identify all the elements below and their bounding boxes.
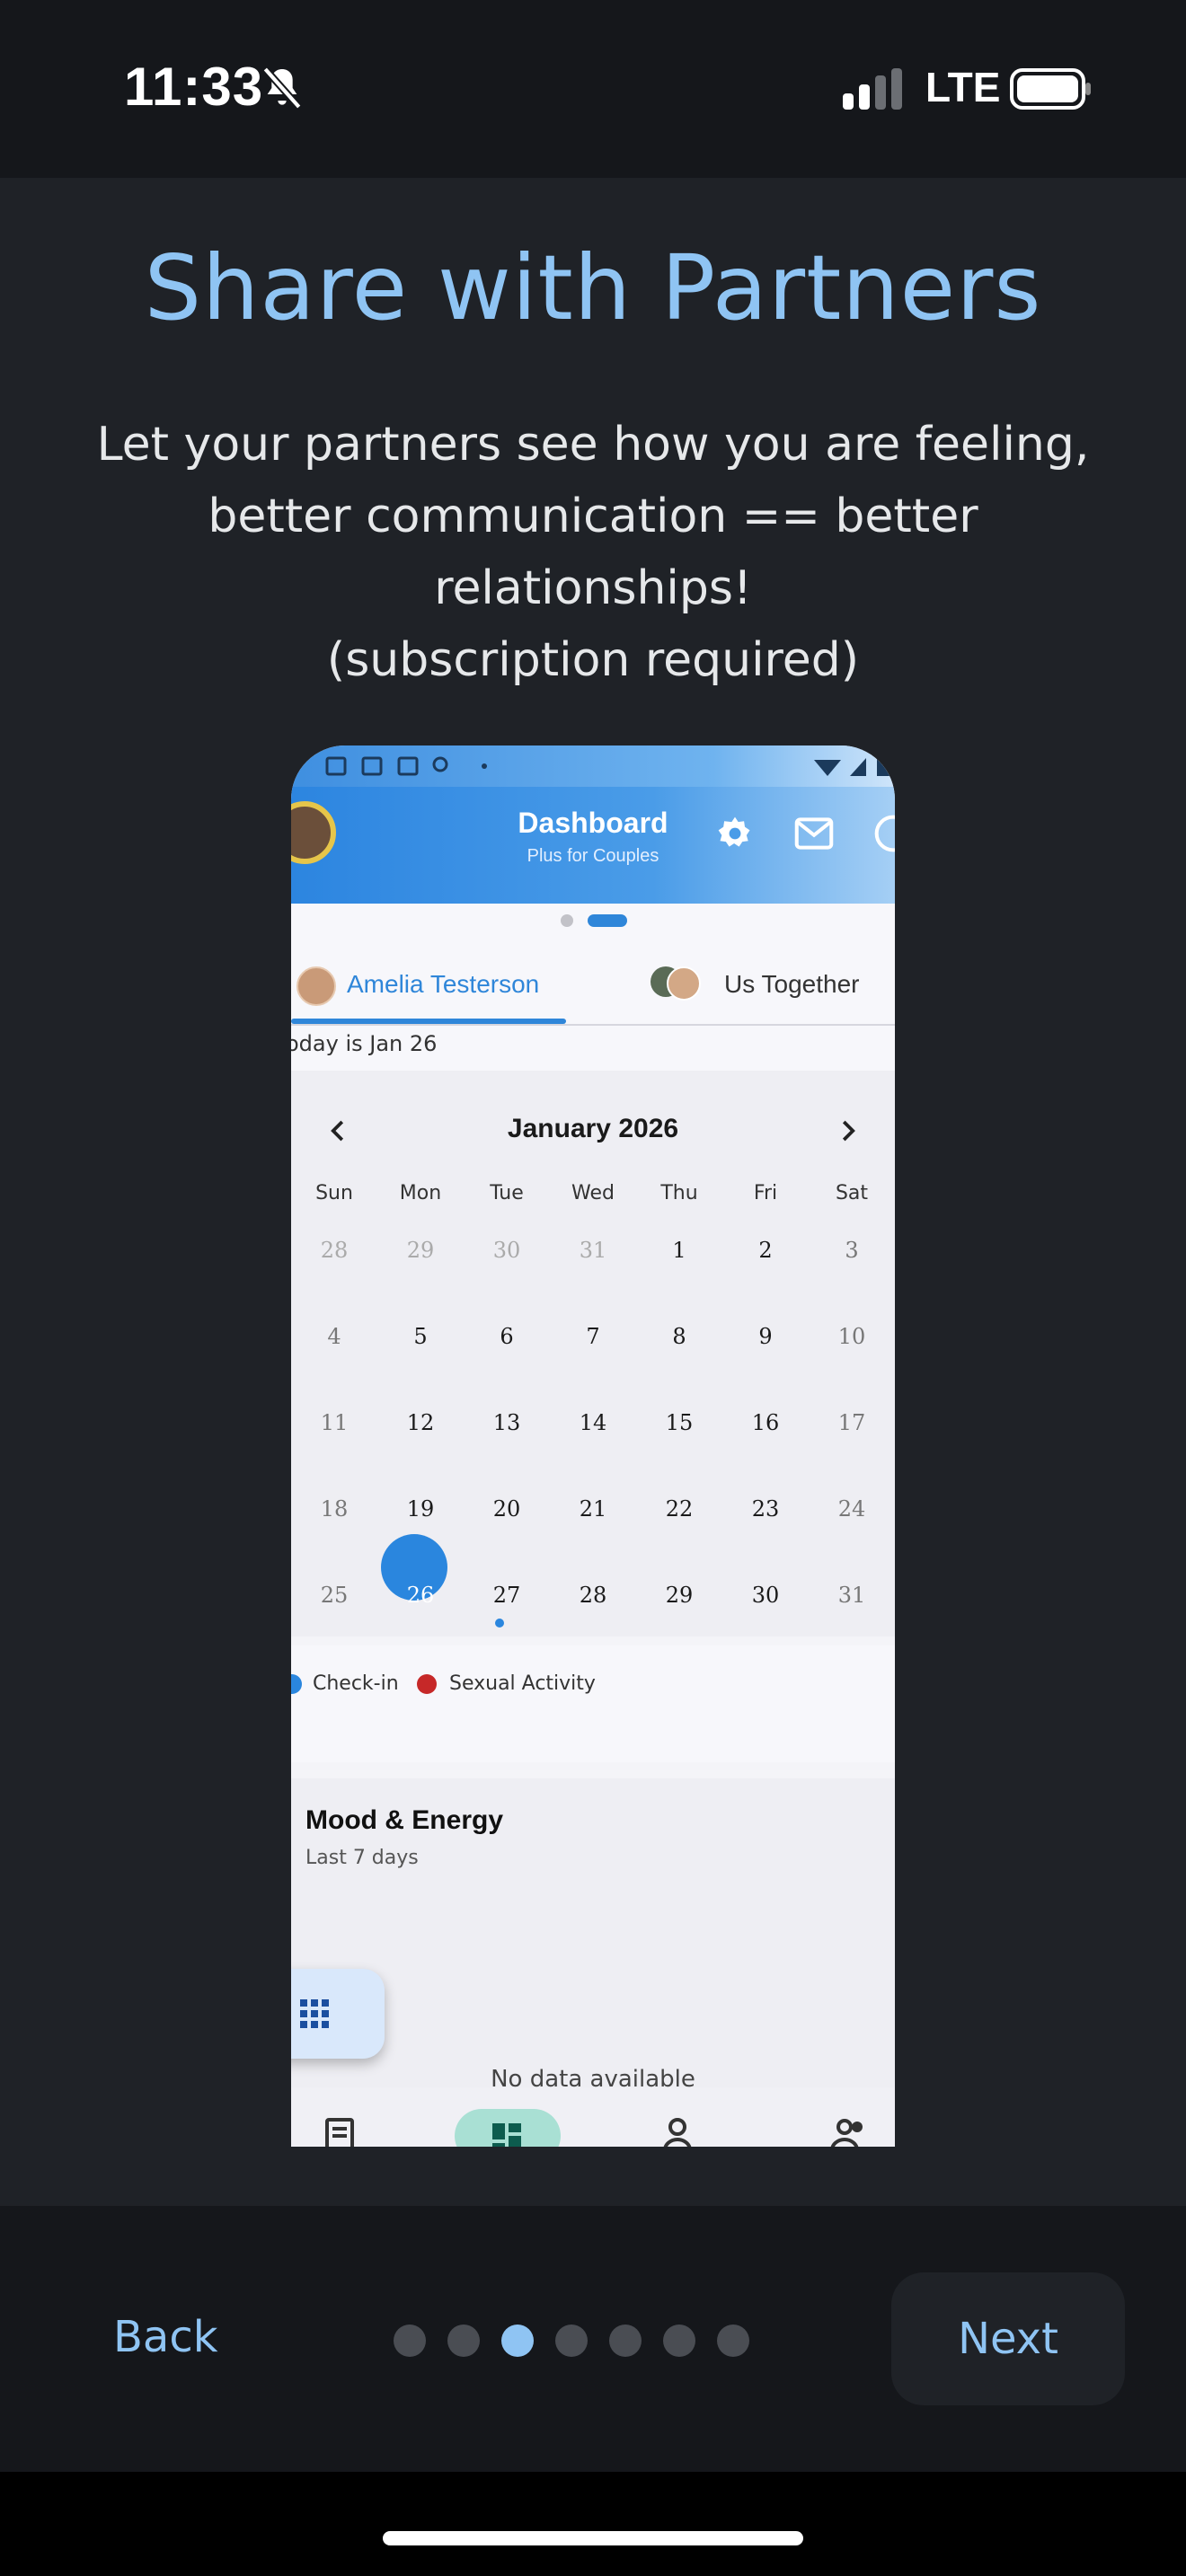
weekday-label: Wed [571,1182,615,1204]
page-dot [609,2325,642,2357]
calendar-day: 9 [758,1324,773,1349]
avatar [296,966,336,1006]
calendar-legend: Check-in Sexual Activity [291,1645,895,1762]
calendar-day: 20 [492,1496,521,1522]
cellular-signal-icon [843,68,902,110]
event-dot [495,1619,504,1628]
legend-label: Sexual Activity [449,1672,596,1695]
journal-icon [325,2118,354,2147]
back-button[interactable]: Back [113,2312,218,2362]
weekday-label: Tue [490,1182,524,1204]
calendar-day: 31 [837,1583,866,1608]
calendar-day: 5 [413,1324,428,1349]
calendar-day: 10 [837,1324,866,1349]
calendar-day: 4 [327,1324,341,1349]
calendar-day: 22 [665,1496,694,1522]
weekday-label: Thu [660,1182,698,1204]
calendar-day: 19 [406,1496,435,1522]
fab-button [291,1969,385,2059]
page-dot [663,2325,695,2357]
weekday-label: Sat [835,1182,869,1204]
calendar-day: 25 [320,1583,349,1608]
legend-dot-check-in [291,1674,302,1694]
status-bar: 11:33 LTE [0,0,1186,178]
preview-bottom-nav [291,2087,895,2147]
calendar-day: 28 [320,1238,349,1263]
calendar-day: 30 [751,1583,780,1608]
home-indicator [383,2531,803,2545]
mood-title: Mood & Energy [305,1805,504,1835]
chevron-right-icon [842,1120,855,1142]
partners-icon [830,2119,863,2147]
gear-icon [718,816,750,847]
calendar-day: 14 [579,1410,607,1435]
today-text: oday is Jan 26 [291,1031,438,1056]
network-type: LTE [925,64,1001,110]
mood-subtitle: Last 7 days [305,1847,419,1869]
help-icon [874,815,895,852]
page-dot [555,2325,588,2357]
onboarding-title: Share with Partners [144,235,1042,340]
home-indicator-area [0,2472,1186,2576]
preview-status-bar [291,745,895,787]
calendar-day: 3 [845,1238,859,1263]
calendar-day: 11 [320,1410,349,1435]
page-dot [394,2325,426,2357]
next-button[interactable]: Next [891,2272,1125,2405]
calendar-day: 27 [492,1583,521,1608]
battery-icon [1010,68,1091,110]
page-dot-active [501,2325,534,2357]
tab-active-indicator [291,1019,566,1024]
calendar: January 2026 Sun Mon Tue Wed Thu Fri Sat 28 29 30… [291,1071,895,1636]
calendar-day: 6 [500,1324,514,1349]
calendar-day: 12 [406,1410,435,1435]
calendar-day: 8 [672,1324,686,1349]
page-dot [447,2325,480,2357]
calendar-day: 18 [320,1496,349,1522]
tab-label: Amelia Testerson [347,970,540,998]
mail-icon [794,817,834,850]
legend-dot-sexual-activity [417,1674,437,1694]
calendar-day: 21 [579,1496,607,1522]
preview-indicator-dot-active [588,914,627,927]
calendar-day: 7 [586,1324,600,1349]
tab-us-together: Us Together [651,947,895,1024]
weekday-label: Mon [399,1182,442,1204]
subtitle-line: Let your partners see how you are feelin… [96,418,1090,472]
app-preview-image: Dashboard Plus for Couples Amelia Tester… [291,745,895,2147]
calendar-day: 16 [751,1410,780,1435]
calendar-day: 31 [579,1238,607,1263]
calendar-day: 2 [758,1238,773,1263]
grid-icon [300,1999,329,2028]
calendar-day: 13 [492,1410,521,1435]
dashboard-icon [492,2123,521,2147]
tab-label: Us Together [724,970,860,998]
onboarding-subtitle: Let your partners see how you are feelin… [63,409,1123,696]
preview-status-icons [325,756,890,776]
calendar-day: 29 [406,1238,435,1263]
calendar-day: 26 [406,1583,435,1608]
calendar-day: 24 [837,1496,866,1522]
calendar-day: 29 [665,1583,694,1608]
status-time: 11:33 [124,57,264,117]
calendar-day: 1 [672,1238,686,1263]
tab-amelia: Amelia Testerson [291,947,566,1024]
profile-icon [663,2118,692,2147]
calendar-day: 23 [751,1496,780,1522]
subtitle-line: better communication == better relations… [208,490,978,615]
calendar-day: 17 [837,1410,866,1435]
calendar-month-label: January 2026 [507,1114,679,1143]
legend-label: Check-in [313,1672,399,1695]
subtitle-line: (subscription required) [326,633,860,687]
preview-indicator-dot [561,914,573,927]
weekday-label: Sun [315,1182,353,1204]
calendar-day: 28 [579,1583,607,1608]
avatar [667,966,701,1001]
page-dot [717,2325,749,2357]
weekday-label: Fri [753,1182,778,1204]
calendar-day: 15 [665,1410,694,1435]
bell-off-icon [262,66,302,110]
calendar-day: 30 [492,1238,521,1263]
